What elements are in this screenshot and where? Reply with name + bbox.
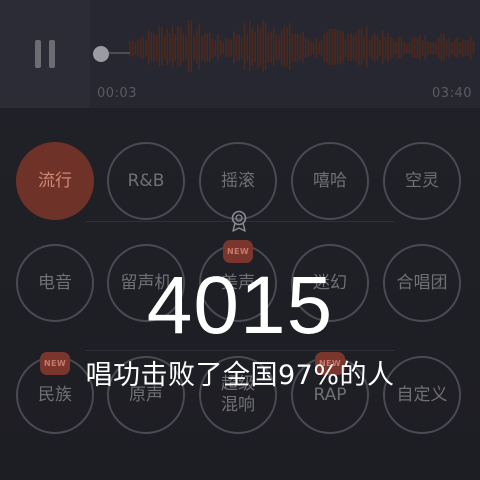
play-pause-button[interactable]: [0, 0, 90, 108]
genre-button[interactable]: 嘻哈: [291, 142, 369, 220]
award-ribbon-icon: [231, 210, 247, 232]
player-bar: 00:03 03:40: [0, 0, 480, 108]
genre-label: 流行: [38, 170, 72, 191]
pause-icon: [33, 40, 57, 68]
total-time: 03:40: [432, 86, 472, 101]
app-root: 00:03 03:40 流行 R&B 摇滚 嘻哈 空灵 电音 留声机 美声 NEW…: [0, 0, 480, 480]
genre-button[interactable]: R&B: [107, 142, 185, 220]
beat-percent-text: 唱功击败了全国97%的人: [85, 360, 395, 391]
waveform[interactable]: [90, 6, 480, 92]
scrub-handle[interactable]: [93, 46, 109, 62]
genre-button[interactable]: 空灵: [383, 142, 461, 220]
genre-label: 嘻哈: [313, 170, 347, 191]
genre-button[interactable]: 流行: [16, 142, 94, 220]
genre-button[interactable]: 摇滚: [199, 142, 277, 220]
score-value: 4015: [146, 260, 334, 351]
genre-label: R&B: [127, 170, 165, 191]
genre-label: 摇滚: [221, 170, 255, 191]
genre-label: 空灵: [405, 170, 439, 191]
current-time: 00:03: [97, 86, 137, 101]
